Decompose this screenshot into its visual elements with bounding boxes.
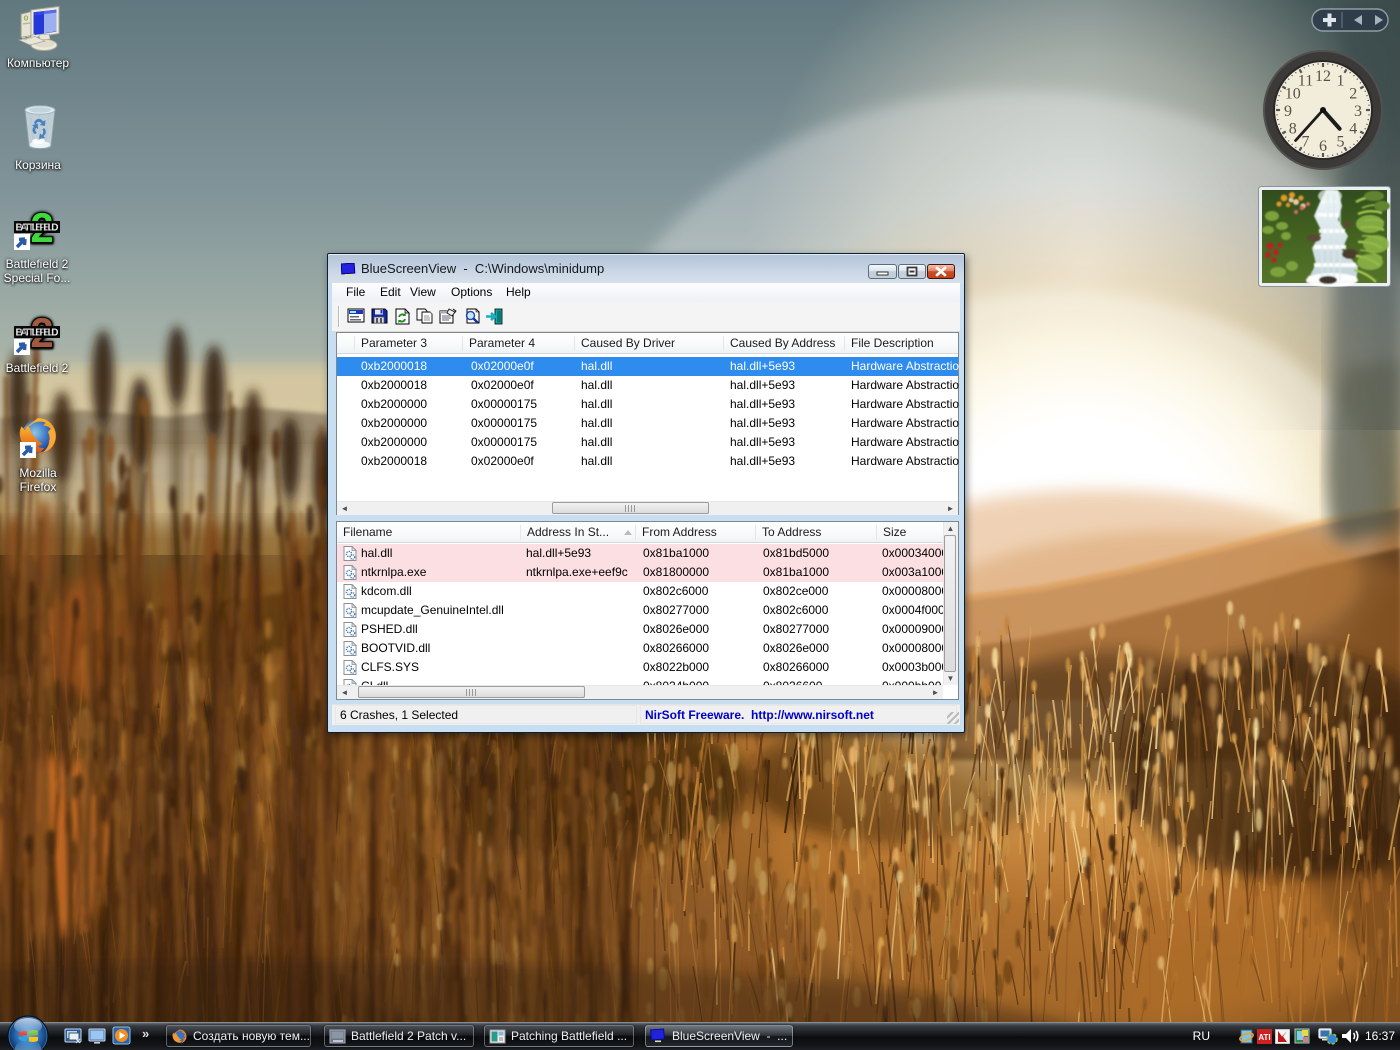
svg-text:3: 3	[1354, 103, 1362, 120]
svg-text:6: 6	[1319, 138, 1327, 155]
svg-text:1: 1	[1337, 73, 1345, 90]
svg-text:ATI: ATI	[1258, 1033, 1270, 1042]
svg-text:5: 5	[1337, 133, 1345, 150]
svg-text:4: 4	[1349, 121, 1357, 138]
svg-text:2: 2	[1349, 86, 1357, 103]
svg-text:BATTLEFIELD: BATTLEFIELD	[16, 223, 59, 234]
svg-text:7: 7	[1302, 133, 1310, 150]
svg-text:BATTLEFIELD: BATTLEFIELD	[16, 328, 59, 339]
svg-text:8: 8	[1289, 121, 1297, 138]
svg-text:12: 12	[1315, 68, 1331, 85]
svg-text:11: 11	[1298, 73, 1313, 90]
svg-text:9: 9	[1284, 103, 1292, 120]
